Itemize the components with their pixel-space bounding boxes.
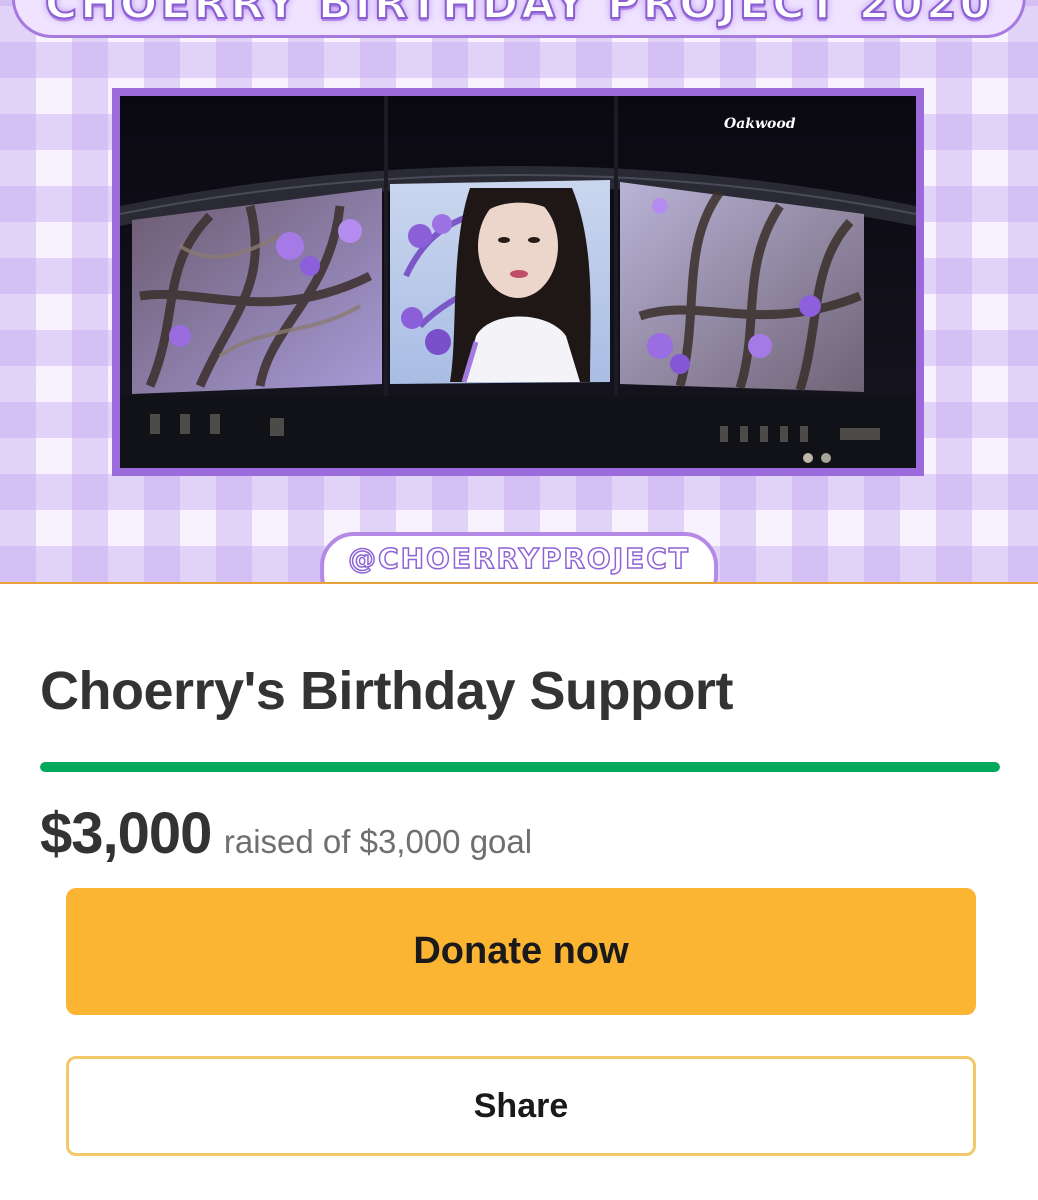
- hero-social-handle: @CHOERRYPROJECT: [320, 532, 718, 582]
- amount-raised: $3,000: [40, 801, 212, 866]
- donate-now-label: Donate now: [413, 930, 629, 972]
- building-sign: Oakwood: [724, 116, 796, 132]
- goal-text: raised of $3,000 goal: [223, 823, 533, 860]
- donation-progress-bar: [40, 762, 1000, 772]
- donation-progress-fill: [40, 762, 1000, 772]
- share-button[interactable]: Share: [66, 1056, 976, 1156]
- hero-banner-title: CHOERRY BIRTHDAY PROJECT 2020: [11, 0, 1027, 38]
- billboard-photo: Oakwood: [112, 88, 924, 476]
- campaign-title: Choerry's Birthday Support: [40, 661, 733, 721]
- donate-now-button[interactable]: Donate now: [66, 888, 976, 1015]
- campaign-hero-image: CHOERRY BIRTHDAY PROJECT 2020 Oakwood @C…: [0, 0, 1038, 584]
- share-label: Share: [473, 1086, 569, 1125]
- donation-summary: $3,000 raised of $3,000 goal: [40, 800, 532, 867]
